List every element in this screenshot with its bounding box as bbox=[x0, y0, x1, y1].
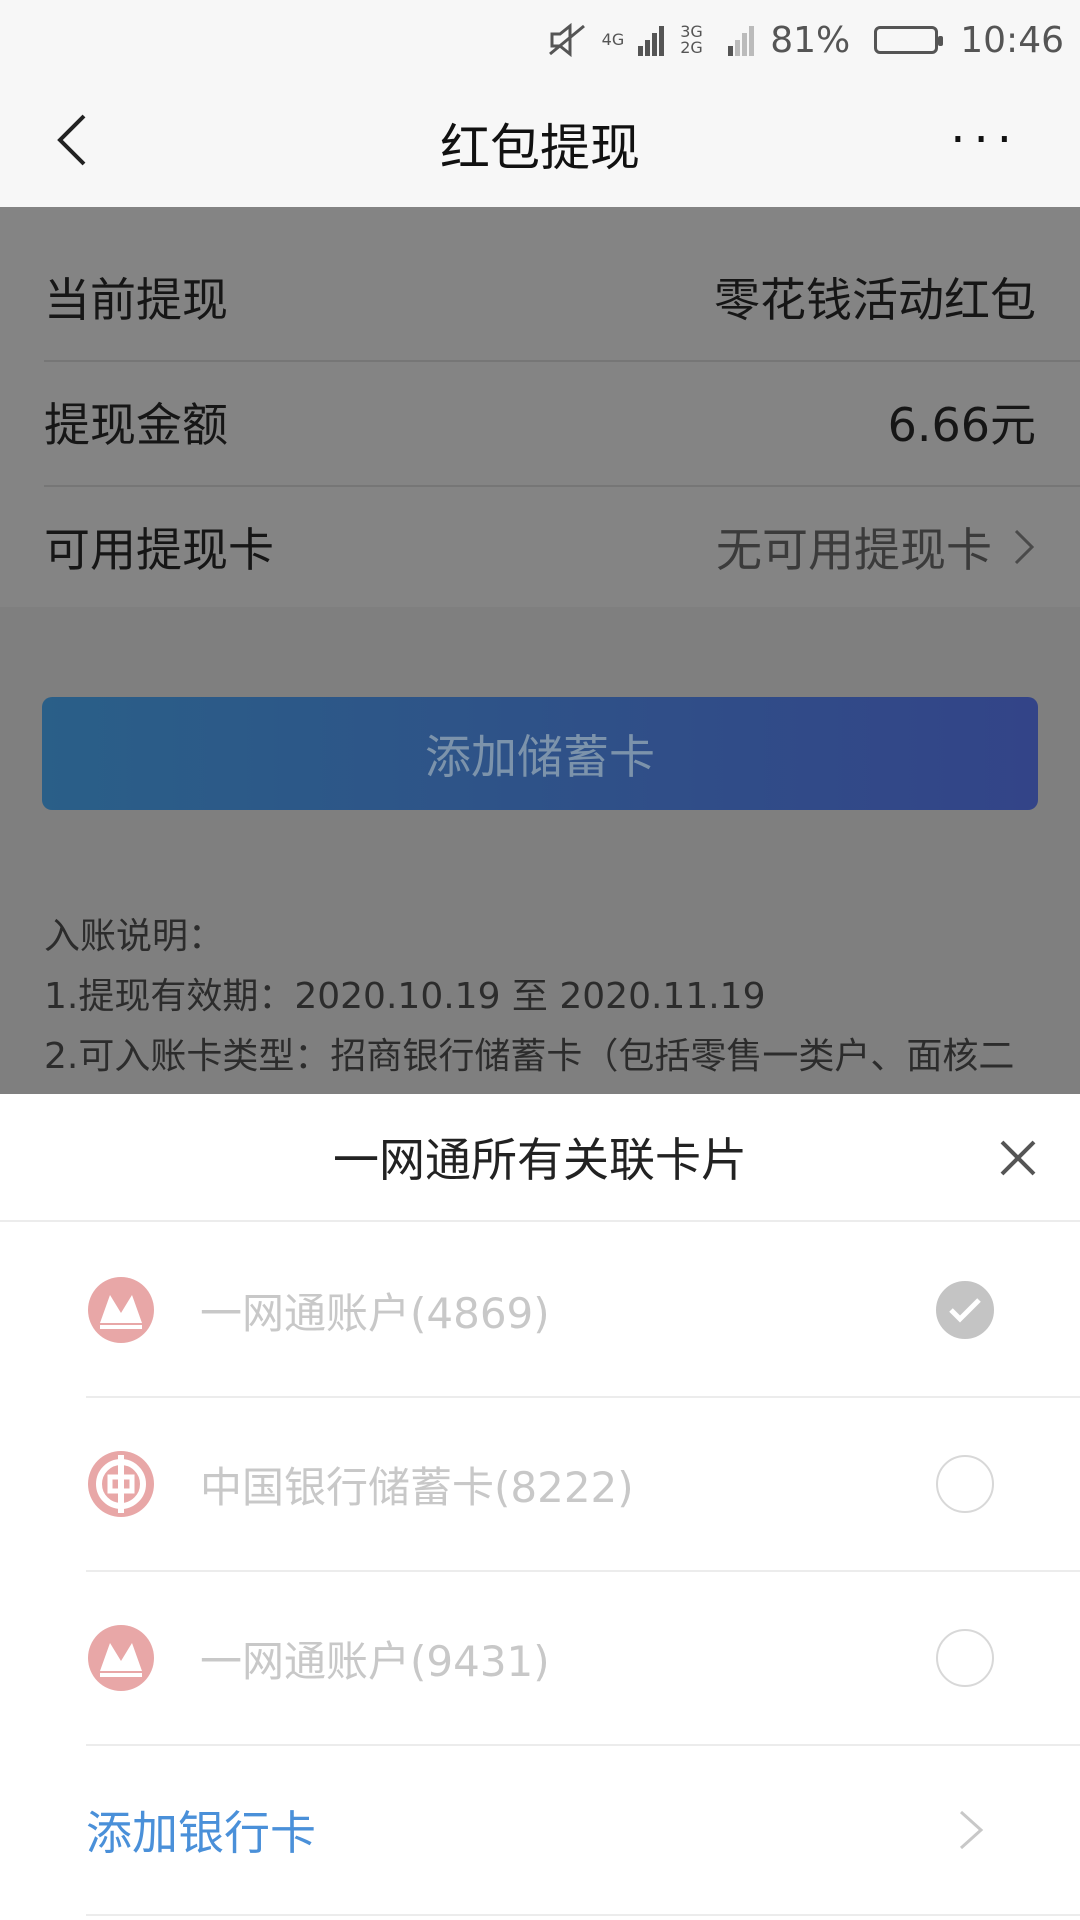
row-value: 6.66元 bbox=[887, 398, 1036, 452]
radio-unchecked[interactable] bbox=[936, 1455, 994, 1513]
page-title: 红包提现 bbox=[440, 118, 640, 177]
signal-icon: 4G bbox=[602, 32, 625, 48]
card-option[interactable]: 中国银行储蓄卡(8222) bbox=[86, 1398, 1080, 1572]
back-arrow-icon[interactable] bbox=[50, 110, 100, 170]
card-name: 一网通账户(4869) bbox=[200, 1288, 550, 1338]
clock: 10:46 bbox=[960, 19, 1064, 61]
battery-percent: 81% bbox=[770, 19, 851, 61]
card-option[interactable]: 一网通账户(4869) bbox=[86, 1224, 1080, 1398]
radio-checked[interactable] bbox=[936, 1281, 994, 1339]
app-header: 红包提现 ··· bbox=[0, 80, 1080, 207]
sheet-title: 一网通所有关联卡片 bbox=[333, 1133, 747, 1187]
close-icon[interactable] bbox=[996, 1136, 1040, 1180]
dimmed-page-content: 当前提现 零花钱活动红包 提现金额 6.66元 可用提现卡 无可用提现卡 添加储… bbox=[0, 207, 1080, 1094]
battery-icon bbox=[874, 26, 944, 54]
add-bank-card-row[interactable]: 添加银行卡 bbox=[86, 1746, 1080, 1916]
status-bar: 4G 3G 2G 81% 10:46 bbox=[0, 0, 1080, 80]
card-option[interactable]: 一网通账户(9431) bbox=[86, 1572, 1080, 1746]
withdraw-info-list: 当前提现 零花钱活动红包 提现金额 6.66元 可用提现卡 无可用提现卡 bbox=[0, 207, 1080, 607]
row-value: 无可用提现卡 bbox=[716, 514, 1036, 580]
row-value: 零花钱活动红包 bbox=[714, 273, 1036, 327]
chevron-right-icon bbox=[1014, 529, 1035, 565]
notes-title: 入账说明： bbox=[44, 916, 225, 957]
network-type-label: 4G bbox=[601, 30, 625, 49]
notes-line-1: 1.提现有效期：2020.10.19 至 2020.11.19 bbox=[44, 976, 766, 1017]
available-card-value: 无可用提现卡 bbox=[716, 523, 992, 577]
notes-line-2: 2.可入账卡类型：招商银行储蓄卡（包括零售一类户、面核二 bbox=[44, 1036, 1015, 1077]
boc-logo-icon bbox=[88, 1451, 154, 1517]
row-label: 可用提现卡 bbox=[44, 523, 274, 577]
card-name: 一网通账户(9431) bbox=[200, 1636, 550, 1686]
withdraw-amount-row: 提现金额 6.66元 bbox=[0, 362, 1080, 482]
current-withdraw-row: 当前提现 零花钱活动红包 bbox=[0, 237, 1080, 357]
card-name: 中国银行储蓄卡(8222) bbox=[200, 1462, 634, 1512]
card-select-sheet: 一网通所有关联卡片 一网通账户(4869) 中国银行储蓄卡(8222) 一网通账… bbox=[0, 1094, 1080, 1920]
cmb-logo-icon bbox=[88, 1277, 154, 1343]
add-bank-card-label: 添加银行卡 bbox=[86, 1806, 316, 1860]
cmb-logo-icon bbox=[88, 1625, 154, 1691]
radio-unchecked[interactable] bbox=[936, 1629, 994, 1687]
add-debit-card-button[interactable]: 添加储蓄卡 bbox=[42, 697, 1038, 810]
entry-notes: 入账说明： 1.提现有效期：2020.10.19 至 2020.11.19 2.… bbox=[44, 907, 1034, 1087]
more-options-button[interactable]: ··· bbox=[950, 116, 1020, 164]
signal-bars-icon bbox=[638, 24, 666, 56]
signal-bars-weak-icon bbox=[728, 24, 756, 56]
check-icon bbox=[949, 1298, 981, 1323]
row-label: 当前提现 bbox=[44, 273, 228, 327]
available-card-row[interactable]: 可用提现卡 无可用提现卡 bbox=[0, 487, 1080, 607]
sheet-header: 一网通所有关联卡片 bbox=[0, 1094, 1080, 1222]
chevron-right-icon bbox=[959, 1810, 984, 1850]
network-label-2: 3G 2G bbox=[680, 22, 703, 57]
mute-icon bbox=[548, 22, 588, 58]
row-label: 提现金额 bbox=[44, 398, 228, 452]
